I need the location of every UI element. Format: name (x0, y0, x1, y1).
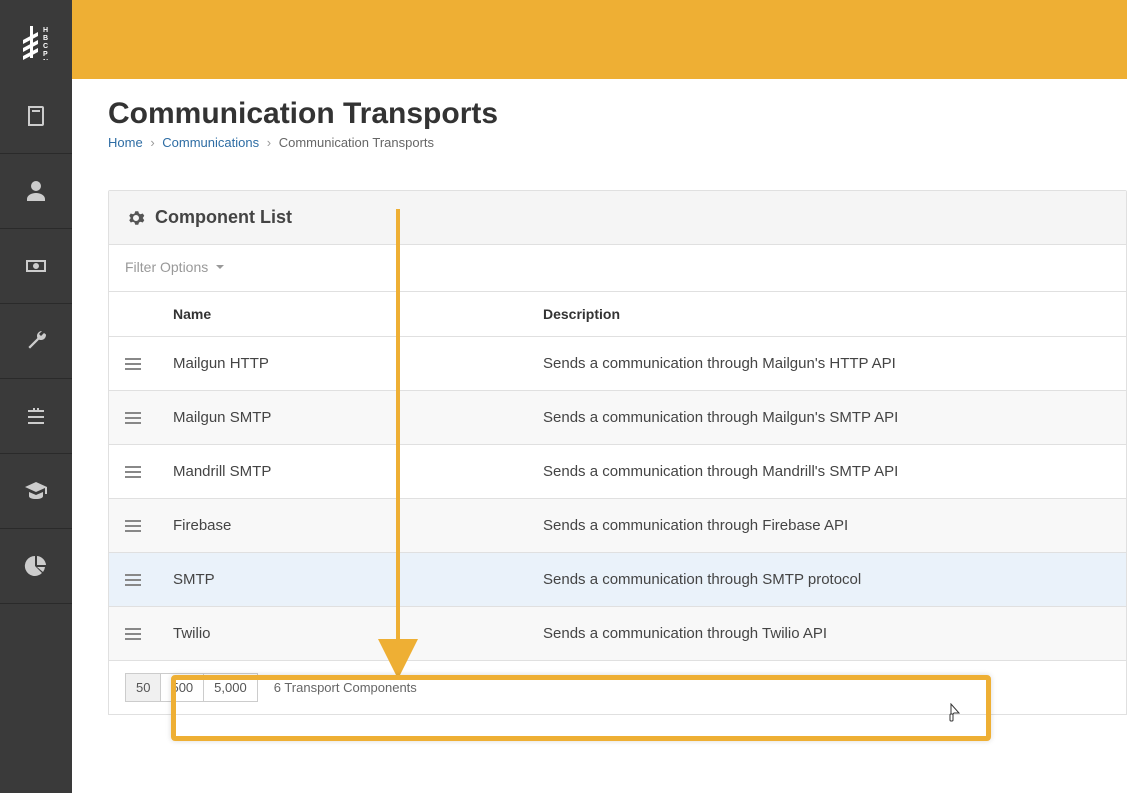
main-area: Communication Transports Home › Communic… (72, 0, 1127, 793)
breadcrumb: Home › Communications › Communication Tr… (108, 135, 1127, 150)
table-body: Mailgun HTTPSends a communication throug… (109, 337, 1126, 661)
row-name: Twilio (173, 625, 543, 642)
row-name: Mailgun HTTP (173, 355, 543, 372)
svg-text:N: N (43, 59, 48, 60)
drag-handle-icon[interactable] (125, 464, 173, 480)
svg-text:B: B (43, 35, 48, 42)
gear-icon (127, 209, 145, 227)
table-row[interactable]: Mailgun HTTPSends a communication throug… (109, 337, 1126, 391)
drag-handle-icon[interactable] (125, 572, 173, 588)
table-row[interactable]: Mailgun SMTPSends a communication throug… (109, 391, 1126, 445)
drag-handle-icon[interactable] (125, 410, 173, 426)
filter-row: Filter Options (109, 245, 1126, 292)
page-title: Communication Transports (108, 97, 1127, 131)
row-description: Sends a communication through Firebase A… (543, 517, 1110, 534)
panel-title: Component List (155, 207, 292, 228)
row-name: Firebase (173, 517, 543, 534)
svg-text:H: H (43, 27, 48, 34)
panel-header: Component List (109, 191, 1126, 245)
svg-text:C: C (43, 43, 48, 50)
nav-graduation-icon[interactable] (0, 454, 72, 529)
row-description: Sends a communication through SMTP proto… (543, 571, 1110, 588)
breadcrumb-section[interactable]: Communications (162, 135, 259, 150)
table-row[interactable]: Mandrill SMTPSends a communication throu… (109, 445, 1126, 499)
filter-options-button[interactable]: Filter Options (125, 259, 226, 275)
top-banner (72, 0, 1127, 79)
nav-money-icon[interactable] (0, 229, 72, 304)
logo[interactable]: H B C P N (0, 0, 72, 79)
table-footer: 505005,000 6 Transport Components (109, 661, 1126, 714)
svg-text:P: P (43, 51, 48, 58)
row-description: Sends a communication through Mandrill's… (543, 463, 1110, 480)
row-name: Mandrill SMTP (173, 463, 543, 480)
count-label: 6 Transport Components (274, 680, 417, 695)
drag-handle-icon[interactable] (125, 518, 173, 534)
page-size-button[interactable]: 5,000 (203, 673, 258, 702)
nav-user-icon[interactable] (0, 154, 72, 229)
component-list-panel: Component List Filter Options Name Descr… (108, 190, 1127, 715)
chevron-right-icon: › (267, 135, 271, 150)
nav-wrench-icon[interactable] (0, 304, 72, 379)
table-header: Name Description (109, 292, 1126, 337)
page-size-button[interactable]: 50 (125, 673, 161, 702)
chevron-down-icon (214, 261, 226, 273)
table-row[interactable]: FirebaseSends a communication through Fi… (109, 499, 1126, 553)
filter-options-label: Filter Options (125, 259, 208, 275)
nav-briefcase-icon[interactable] (0, 379, 72, 454)
nav-chart-icon[interactable] (0, 529, 72, 604)
breadcrumb-home[interactable]: Home (108, 135, 143, 150)
row-description: Sends a communication through Mailgun's … (543, 409, 1110, 426)
breadcrumb-current: Communication Transports (279, 135, 434, 150)
content: Communication Transports Home › Communic… (72, 79, 1127, 793)
drag-handle-icon[interactable] (125, 626, 173, 642)
table-row[interactable]: SMTPSends a communication through SMTP p… (109, 553, 1126, 607)
nav-book-icon[interactable] (0, 79, 72, 154)
row-name: Mailgun SMTP (173, 409, 543, 426)
chevron-right-icon: › (150, 135, 154, 150)
drag-handle-icon[interactable] (125, 356, 173, 372)
row-description: Sends a communication through Mailgun's … (543, 355, 1110, 372)
page-sizes: 505005,000 (125, 673, 258, 702)
sidebar: H B C P N (0, 0, 72, 793)
row-description: Sends a communication through Twilio API (543, 625, 1110, 642)
header-name[interactable]: Name (173, 306, 543, 322)
header-description[interactable]: Description (543, 306, 1110, 322)
page-size-button[interactable]: 500 (160, 673, 204, 702)
row-name: SMTP (173, 571, 543, 588)
table-row[interactable]: TwilioSends a communication through Twil… (109, 607, 1126, 661)
